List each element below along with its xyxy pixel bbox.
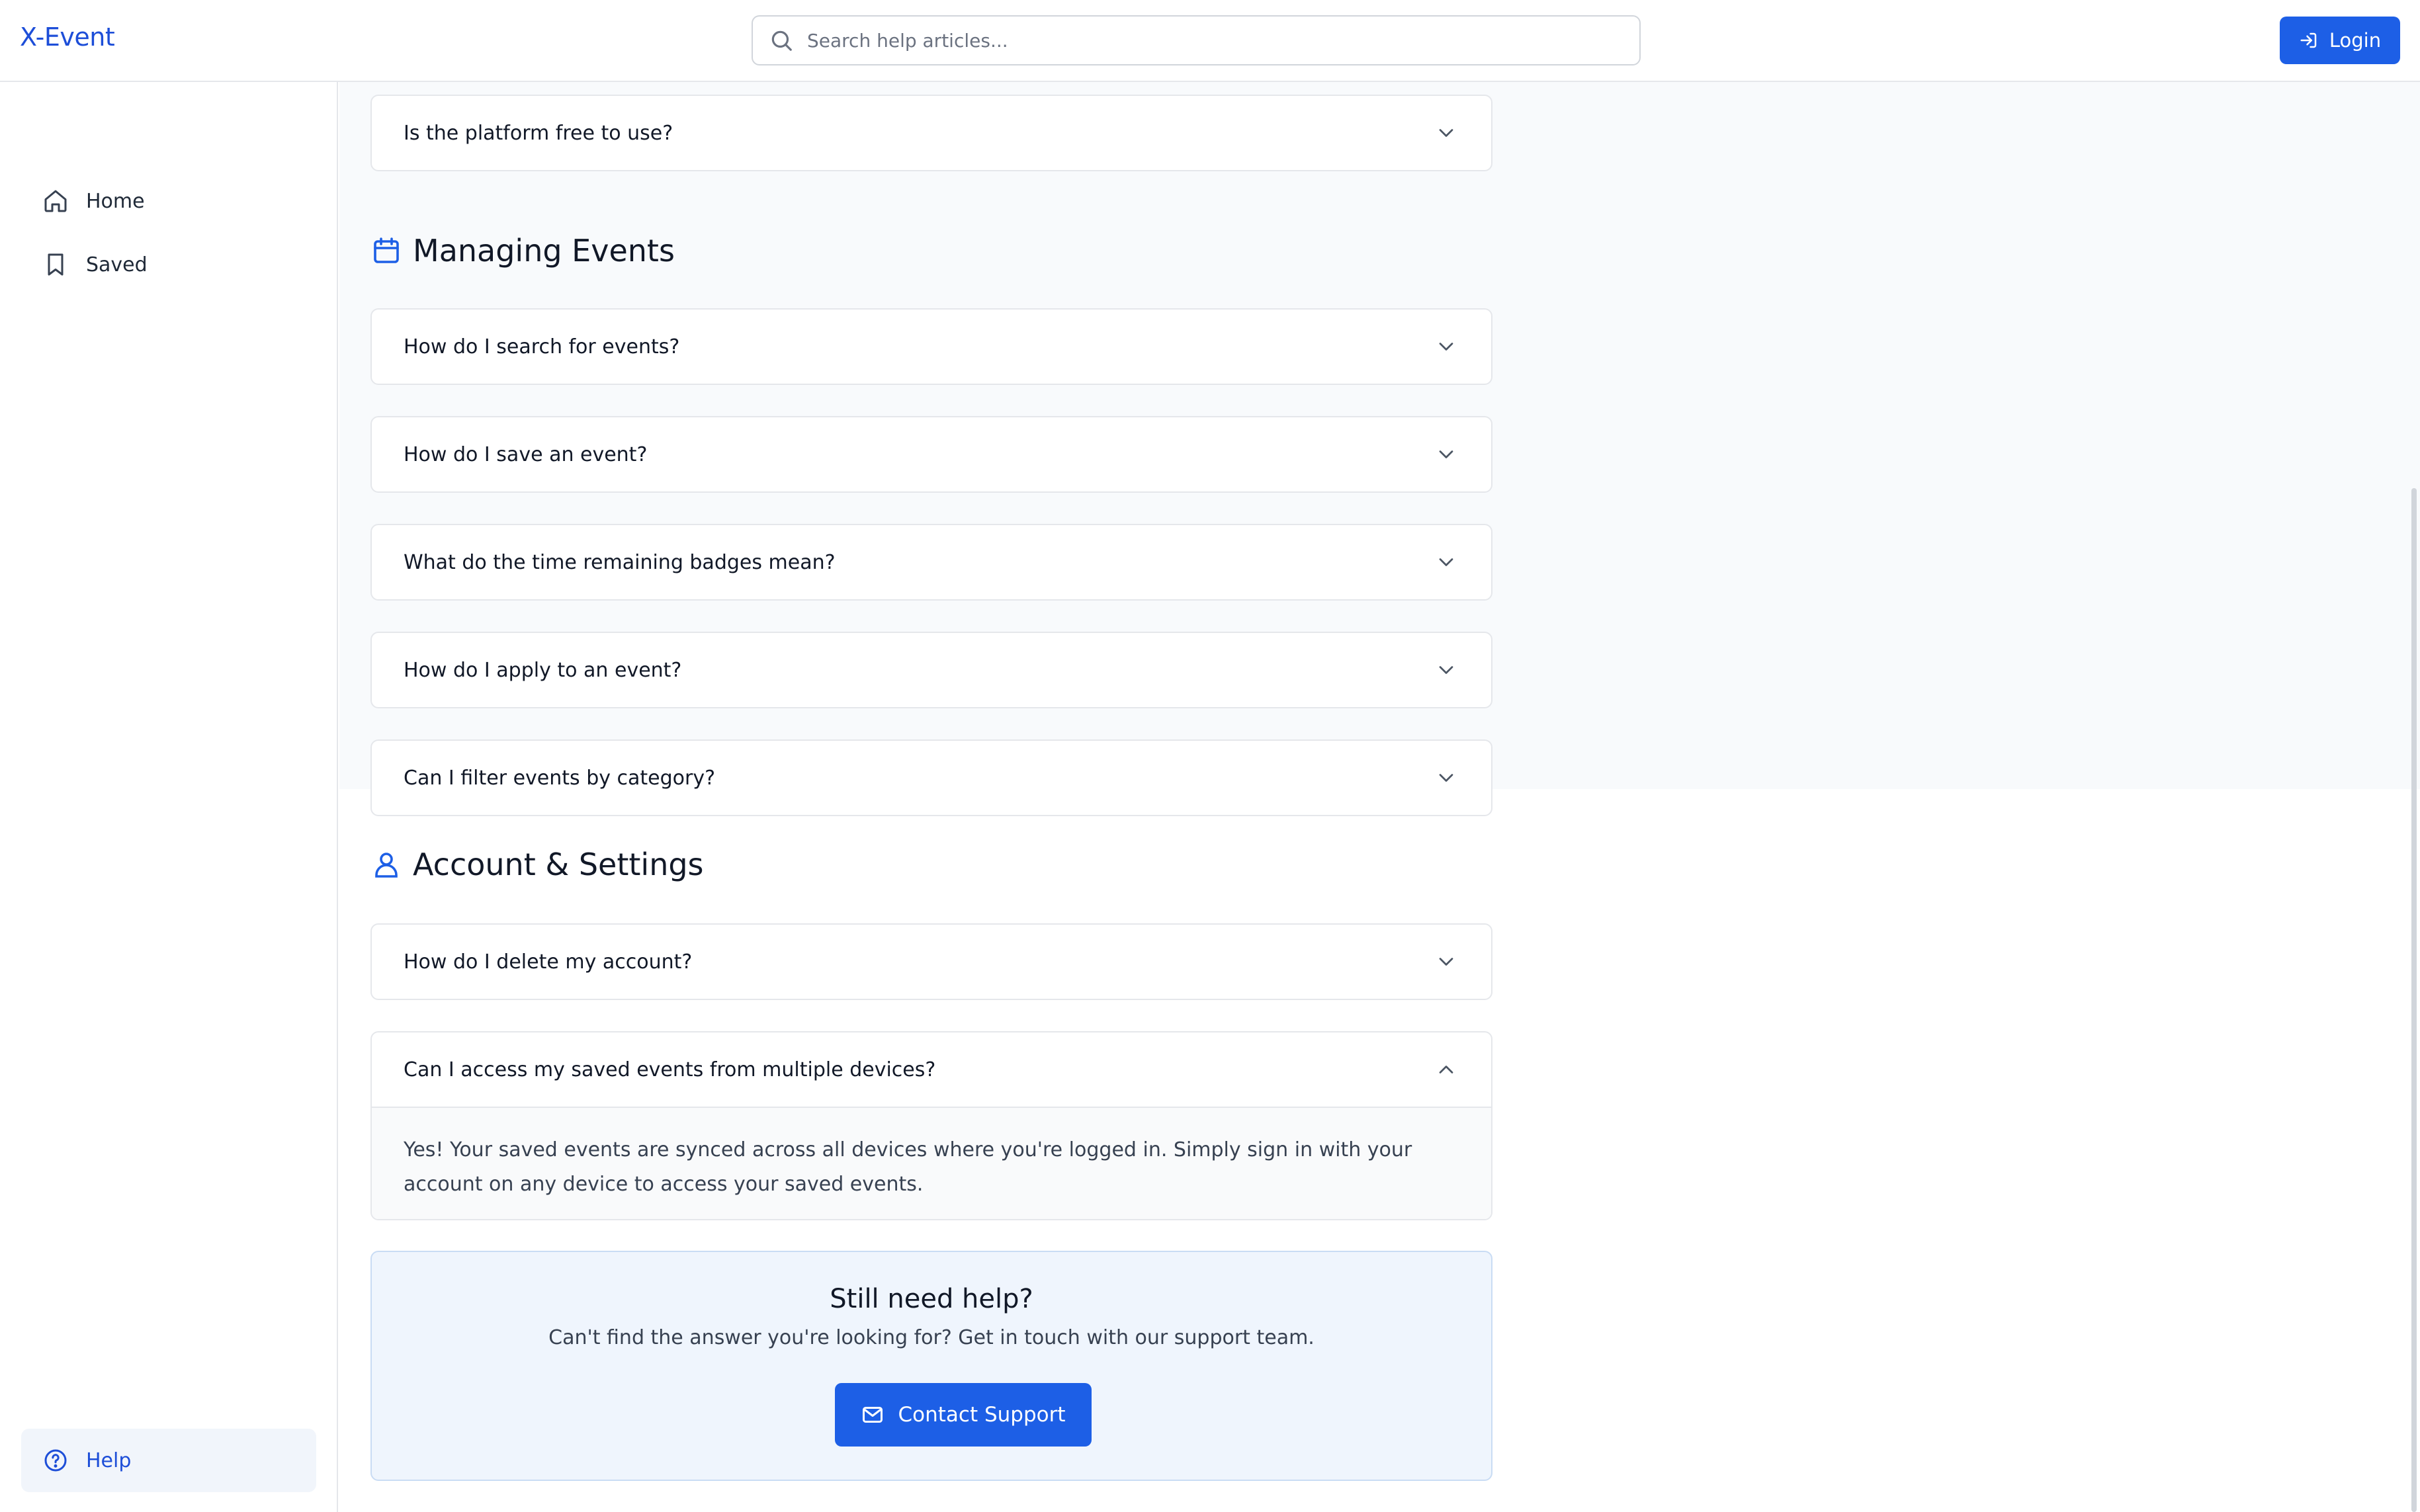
faq-item-free[interactable]: Is the platform free to use?: [370, 95, 1492, 171]
sidebar-item-label: Home: [86, 189, 145, 213]
section-title-managing-events: Managing Events: [370, 233, 675, 269]
help-circle-icon: [44, 1449, 67, 1472]
login-label: Login: [2329, 29, 2382, 52]
faq-item-filter-category[interactable]: Can I filter events by category?: [370, 739, 1492, 816]
brand-logo[interactable]: X-Event: [20, 22, 115, 52]
chevron-down-icon: [1439, 558, 1453, 566]
faq-question: Can I access my saved events from multip…: [404, 1058, 936, 1081]
faq-question: What do the time remaining badges mean?: [404, 550, 836, 574]
user-icon: [375, 853, 398, 878]
sidebar-item-saved[interactable]: Saved: [21, 233, 316, 296]
sidebar: Home Saved Help: [0, 82, 338, 1512]
faq-question: How do I apply to an event?: [404, 658, 682, 682]
chevron-down-icon: [1439, 666, 1453, 674]
help-card-title: Still need help?: [830, 1284, 1033, 1314]
chevron-down-icon: [1439, 450, 1453, 458]
main-content: Is the platform free to use? Managing Ev…: [339, 82, 2420, 1512]
chevron-up-icon: [1439, 1066, 1453, 1073]
faq-question: Can I filter events by category?: [404, 766, 716, 790]
sidebar-item-help[interactable]: Help: [21, 1429, 316, 1492]
faq-answer: Yes! Your saved events are synced across…: [372, 1108, 1491, 1219]
still-need-help-card: Still need help? Can't find the answer y…: [370, 1251, 1492, 1481]
search-icon: [771, 30, 792, 51]
mail-icon: [863, 1407, 883, 1423]
faq-item-save-event[interactable]: How do I save an event?: [370, 416, 1492, 493]
faq-item-delete-account[interactable]: How do I delete my account?: [370, 923, 1492, 1000]
home-icon: [44, 190, 67, 212]
section-title-account-settings: Account & Settings: [370, 847, 704, 882]
chevron-down-icon: [1439, 774, 1453, 782]
help-card-subtitle: Can't find the answer you're looking for…: [548, 1326, 1315, 1349]
login-icon: [2300, 32, 2317, 48]
faq-item-multiple-devices: Can I access my saved events from multip…: [370, 1031, 1492, 1220]
chevron-down-icon: [1439, 958, 1453, 966]
chevron-down-icon: [1439, 129, 1453, 137]
faq-question: How do I search for events?: [404, 335, 680, 358]
search-input[interactable]: [807, 29, 1601, 52]
contact-support-label: Contact Support: [898, 1403, 1066, 1427]
bookmark-icon: [48, 253, 64, 276]
faq-question-toggle[interactable]: Can I access my saved events from multip…: [372, 1032, 1491, 1108]
contact-support-button[interactable]: Contact Support: [835, 1383, 1092, 1447]
login-button[interactable]: Login: [2280, 17, 2400, 64]
chevron-down-icon: [1439, 343, 1453, 351]
faq-item-time-badges[interactable]: What do the time remaining badges mean?: [370, 524, 1492, 601]
section-title-text: Managing Events: [413, 233, 675, 269]
app-root: X-Event Login Home: [0, 0, 2420, 1512]
faq-item-apply-event[interactable]: How do I apply to an event?: [370, 632, 1492, 708]
sidebar-item-home[interactable]: Home: [21, 169, 316, 233]
sidebar-item-label: Saved: [86, 253, 148, 276]
faq-question: How do I save an event?: [404, 442, 648, 466]
search-box[interactable]: [752, 15, 1641, 65]
faq-item-search-events[interactable]: How do I search for events?: [370, 308, 1492, 385]
top-header: X-Event Login: [0, 0, 2420, 82]
section-title-text: Account & Settings: [413, 847, 704, 882]
scrollbar[interactable]: [2411, 488, 2417, 1512]
calendar-icon: [374, 237, 399, 263]
sidebar-item-label: Help: [86, 1449, 132, 1472]
faq-question: Is the platform free to use?: [404, 121, 673, 145]
faq-question: How do I delete my account?: [404, 950, 693, 974]
